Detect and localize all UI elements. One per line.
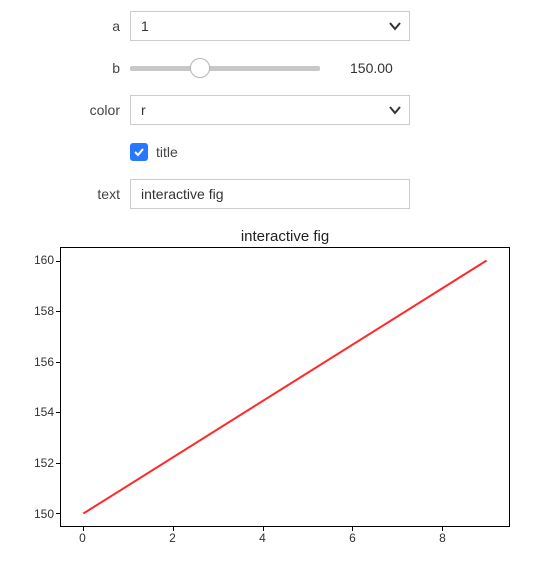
label-color: color — [80, 102, 130, 118]
ytick-label: 158 — [34, 304, 54, 318]
slider-b-readout: 150.00 — [350, 60, 410, 76]
widgets-panel: a 1 b 150.00 color r title — [80, 10, 530, 210]
xtick-label: 6 — [349, 531, 356, 545]
y-axis: 160 158 156 154 152 150 — [20, 247, 60, 527]
chart-line — [61, 248, 509, 526]
checkbox-title[interactable] — [130, 143, 148, 161]
ytick-label: 156 — [34, 355, 54, 369]
row-a: a 1 — [80, 10, 530, 42]
ytick-label: 150 — [34, 507, 54, 521]
row-color: color r — [80, 94, 530, 126]
slider-b[interactable] — [130, 66, 320, 71]
label-a: a — [80, 18, 130, 34]
dropdown-a[interactable]: 1 — [130, 11, 410, 41]
ytick-label: 160 — [34, 253, 54, 267]
row-b: b 150.00 — [80, 52, 530, 84]
x-axis: 0 2 4 6 8 — [60, 527, 510, 549]
row-text: text interactive fig — [80, 178, 530, 210]
checkbox-title-label: title — [156, 144, 178, 160]
xtick-label: 4 — [259, 531, 266, 545]
dropdown-color[interactable]: r — [130, 95, 410, 125]
ytick-label: 152 — [34, 456, 54, 470]
label-text: text — [80, 186, 130, 202]
chart-title: interactive fig — [60, 228, 510, 245]
slider-thumb[interactable] — [190, 58, 210, 78]
label-b: b — [80, 60, 130, 76]
check-icon — [133, 146, 145, 158]
chart-box: 160 158 156 154 152 150 — [20, 247, 510, 527]
dropdown-color-value: r — [130, 95, 410, 125]
row-title: title — [80, 136, 530, 168]
xtick-label: 8 — [439, 531, 446, 545]
dropdown-a-value: 1 — [130, 11, 410, 41]
xtick-label: 0 — [79, 531, 86, 545]
plot-area — [60, 247, 510, 527]
ytick-label: 154 — [34, 405, 54, 419]
slider-track — [130, 66, 320, 71]
chart: interactive fig 160 158 156 154 152 150 — [20, 228, 510, 549]
xtick-label: 2 — [169, 531, 176, 545]
text-input[interactable]: interactive fig — [130, 179, 410, 209]
